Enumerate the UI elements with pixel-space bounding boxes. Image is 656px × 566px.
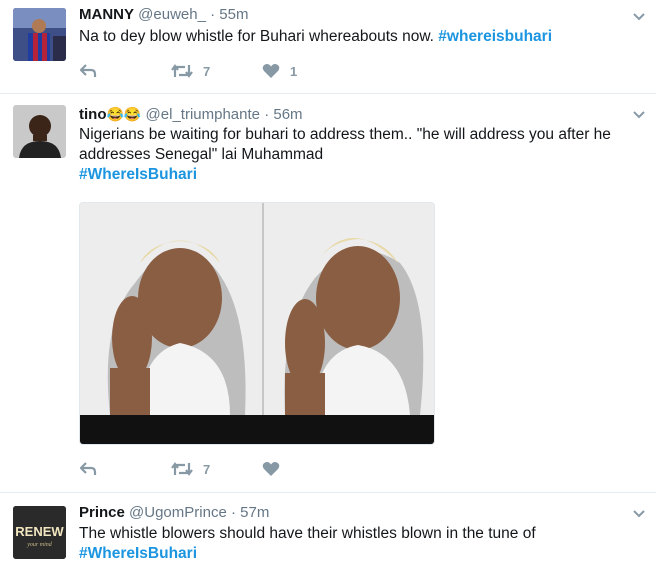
retweet-icon [171, 64, 193, 78]
avatar[interactable] [13, 105, 66, 158]
separator: · [210, 6, 216, 23]
hashtag-link[interactable]: #whereisbuhari [438, 28, 552, 45]
tweet-text: The whistle blowers should have their wh… [79, 524, 639, 564]
like-button[interactable] [262, 459, 280, 479]
retweet-icon [171, 462, 193, 476]
svg-text:your mind: your mind [26, 542, 52, 548]
like-button[interactable]: 1 [262, 61, 297, 81]
renew-logo-icon: RENEW your mind [13, 506, 66, 559]
svg-text:RENEW: RENEW [15, 524, 64, 539]
tweet-3[interactable]: RENEW your mind Prince @UgomPrince · 57m… [0, 493, 656, 566]
tweet-actions: 7 1 [79, 61, 379, 81]
timestamp[interactable]: 56m [273, 106, 302, 123]
separator: · [264, 106, 270, 123]
retweet-count: 7 [203, 461, 211, 477]
reply-button[interactable] [79, 61, 97, 81]
tweet-header: tino😂😂 @el_triumphante · 56m [79, 105, 303, 124]
display-name[interactable]: tino [79, 106, 107, 123]
tweet-body: The whistle blowers should have their wh… [79, 525, 536, 542]
tweet-text: Na to dey blow whistle for Buhari wherea… [79, 27, 639, 47]
tweet-actions: 7 [79, 459, 379, 479]
chevron-down-icon[interactable] [632, 507, 646, 521]
hashtag-link[interactable]: #WhereIsBuhari [79, 165, 639, 185]
like-count: 1 [290, 63, 298, 79]
tweet-2[interactable]: tino😂😂 @el_triumphante · 56m Nigerians b… [0, 94, 656, 492]
display-name[interactable]: Prince [79, 504, 125, 521]
tweet-body: Na to dey blow whistle for Buhari wherea… [79, 28, 434, 45]
reply-icon [79, 462, 97, 475]
timestamp[interactable]: 57m [240, 504, 269, 521]
separator: · [230, 504, 236, 521]
user-handle[interactable]: @UgomPrince [129, 504, 227, 521]
retweet-button[interactable]: 7 [171, 459, 210, 479]
tweet-line-1: Nigerians be waiting for buhari to addre… [79, 126, 611, 143]
football-player-avatar-icon [13, 8, 66, 61]
avatar[interactable] [13, 8, 66, 61]
name-emoji: 😂😂 [106, 106, 142, 122]
hashtag-link[interactable]: #WhereIsBuhari [79, 544, 639, 564]
heart-icon [262, 64, 280, 78]
user-handle[interactable]: @euweh_ [138, 6, 206, 23]
tweet-line-2: addresses Senegal" lai Muhammad [79, 146, 324, 163]
reply-button[interactable] [79, 459, 97, 479]
heart-icon [262, 462, 280, 476]
person-avatar-icon [13, 105, 66, 158]
tweet-header: MANNY @euweh_ · 55m [79, 6, 248, 24]
reply-icon [79, 64, 97, 77]
tweet-media-image[interactable] [79, 202, 435, 445]
chevron-down-icon[interactable] [632, 108, 646, 122]
chevron-down-icon[interactable] [632, 10, 646, 24]
user-handle[interactable]: @el_triumphante [146, 106, 260, 123]
two-panel-thinking-man-meme-icon [80, 203, 434, 444]
retweet-button[interactable]: 7 [171, 61, 210, 81]
retweet-count: 7 [203, 63, 211, 79]
avatar[interactable]: RENEW your mind [13, 506, 66, 559]
tweet-text: Nigerians be waiting for buhari to addre… [79, 125, 639, 185]
timestamp[interactable]: 55m [219, 6, 248, 23]
display-name[interactable]: MANNY [79, 6, 134, 23]
tweet-1[interactable]: MANNY @euweh_ · 55m Na to dey blow whist… [0, 0, 656, 93]
tweet-header: Prince @UgomPrince · 57m [79, 504, 269, 522]
